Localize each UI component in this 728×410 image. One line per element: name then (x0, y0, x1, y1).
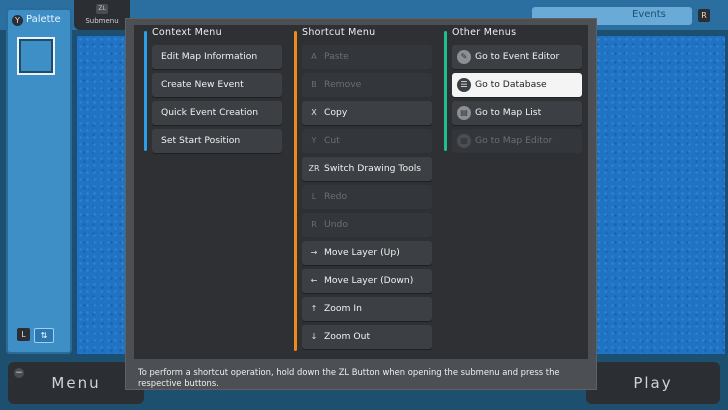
shortcut-zoom-in[interactable]: ↑ Zoom In (302, 297, 432, 321)
dpad-left-icon: ← (310, 276, 318, 285)
y-button-icon: Y (311, 136, 317, 145)
context-menu-accent-bar (144, 31, 147, 151)
item-label: Switch Drawing Tools (324, 163, 422, 174)
item-label: Go to Database (475, 79, 547, 90)
context-menu-quick-event-creation[interactable]: Quick Event Creation (152, 101, 282, 125)
other-menus-column: Other Menus ✎ Go to Event Editor ☰ Go to… (444, 27, 584, 353)
shortcut-switch-drawing-tools[interactable]: ZR Switch Drawing Tools (302, 157, 432, 181)
y-button-icon: Y (12, 15, 23, 26)
item-label: Remove (324, 79, 362, 90)
go-to-database[interactable]: ☰ Go to Database (452, 73, 582, 97)
item-label: Cut (324, 135, 340, 146)
shortcut-zoom-out[interactable]: ↓ Zoom Out (302, 325, 432, 349)
shortcut-redo: L Redo (302, 185, 432, 209)
item-label: Zoom Out (324, 331, 371, 342)
item-label: Undo (324, 219, 349, 230)
dpad-down-icon: ↓ (310, 332, 318, 341)
shortcut-move-layer-down[interactable]: ← Move Layer (Down) (302, 269, 432, 293)
event-editor-icon: ✎ (457, 50, 471, 64)
zl-button-icon: ZL (96, 4, 108, 14)
tab-events-label: Events (632, 9, 666, 20)
item-label: Edit Map Information (161, 51, 258, 62)
item-label: Go to Event Editor (475, 51, 560, 62)
map-editor-icon: ▦ (457, 134, 471, 148)
item-label: Go to Map Editor (475, 135, 553, 146)
item-label: Go to Map List (475, 107, 542, 118)
x-button-icon: X (311, 108, 317, 117)
go-to-map-list[interactable]: ▤ Go to Map List (452, 101, 582, 125)
item-label: Set Start Position (161, 135, 241, 146)
shortcut-menu-accent-bar (294, 31, 297, 351)
l-button-icon: L (311, 192, 317, 201)
item-label: Copy (324, 107, 348, 118)
other-menus-title: Other Menus (452, 27, 517, 38)
map-list-icon: ▤ (457, 106, 471, 120)
r-button-icon: R (311, 220, 317, 229)
play-button[interactable]: Play (586, 362, 720, 404)
context-menu-edit-map-information[interactable]: Edit Map Information (152, 45, 282, 69)
palette-panel[interactable]: Y Palette L ⇅ (6, 8, 72, 354)
submenu-panel: Context Menu Edit Map Information Create… (134, 25, 588, 359)
context-menu-create-new-event[interactable]: Create New Event (152, 73, 282, 97)
database-icon: ☰ (457, 78, 471, 92)
shortcut-copy[interactable]: X Copy (302, 101, 432, 125)
item-label: Quick Event Creation (161, 107, 259, 118)
menu-button-label: Menu (51, 374, 101, 392)
zr-button-icon: ZR (308, 164, 320, 173)
item-label: Move Layer (Down) (324, 275, 414, 286)
item-label: Paste (324, 51, 349, 62)
palette-title: Palette (26, 14, 61, 25)
submenu-tab[interactable]: ZL Submenu (74, 0, 130, 30)
play-button-label: Play (633, 374, 673, 392)
swap-icon[interactable]: ⇅ (34, 328, 54, 343)
shortcut-cut: Y Cut (302, 129, 432, 153)
dpad-up-icon: ↑ (310, 304, 318, 313)
minus-button-icon: − (14, 368, 24, 378)
palette-selection-box[interactable] (17, 37, 55, 75)
item-label: Zoom In (324, 303, 362, 314)
shortcut-undo: R Undo (302, 213, 432, 237)
b-button-icon: B (311, 80, 317, 89)
item-label: Redo (324, 191, 348, 202)
item-label: Create New Event (161, 79, 244, 90)
submenu-overlay: Context Menu Edit Map Information Create… (125, 18, 597, 390)
context-menu-set-start-position[interactable]: Set Start Position (152, 129, 282, 153)
other-menus-accent-bar (444, 31, 447, 151)
shortcut-paste: A Paste (302, 45, 432, 69)
dpad-right-icon: → (310, 248, 318, 257)
menu-button[interactable]: − Menu (8, 362, 144, 404)
shortcut-menu-column: Shortcut Menu A Paste B Remove X Copy Y … (294, 27, 434, 353)
context-menu-title: Context Menu (152, 27, 222, 38)
shortcut-move-layer-up[interactable]: → Move Layer (Up) (302, 241, 432, 265)
submenu-label: Submenu (85, 17, 119, 25)
r-button-icon: R (698, 9, 710, 22)
go-to-event-editor[interactable]: ✎ Go to Event Editor (452, 45, 582, 69)
go-to-map-editor: ▦ Go to Map Editor (452, 129, 582, 153)
shortcut-help-text: To perform a shortcut operation, hold do… (138, 367, 560, 388)
item-label: Move Layer (Up) (324, 247, 400, 258)
context-menu-column: Context Menu Edit Map Information Create… (144, 27, 284, 353)
shortcut-remove: B Remove (302, 73, 432, 97)
shortcut-menu-title: Shortcut Menu (302, 27, 376, 38)
l-button-icon: L (17, 328, 30, 341)
a-button-icon: A (311, 52, 317, 61)
